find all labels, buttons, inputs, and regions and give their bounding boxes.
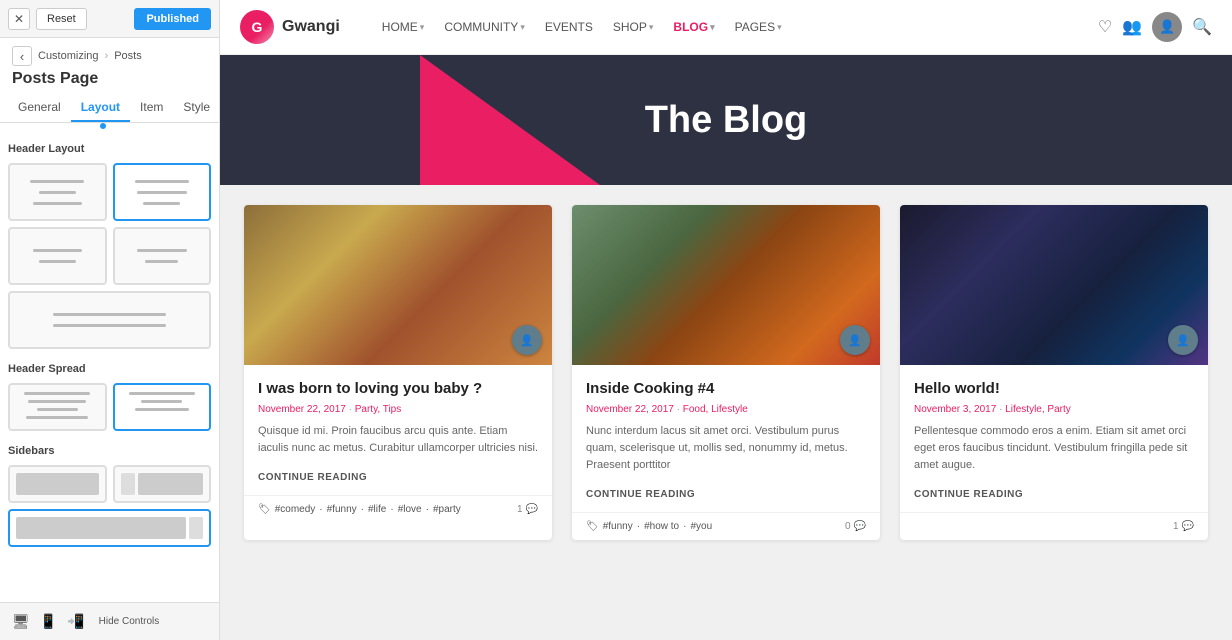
tab-item[interactable]: Item [130, 94, 173, 122]
post-card-3: 👤 Hello world! November 3, 2017 · Lifest… [900, 205, 1208, 540]
sidebars-label: Sidebars [8, 445, 211, 457]
post-comments-1: 1💬 [517, 504, 538, 515]
nav-right-icons: ♡ 👥 👤 🔍 [1098, 12, 1212, 42]
post-avatar-3: 👤 [1168, 325, 1198, 355]
posts-grid: 👤 I was born to loving you baby ? Novemb… [244, 205, 1208, 540]
site-logo: G Gwangi [240, 10, 340, 44]
post-comments-2: 0💬 [845, 521, 866, 532]
panel-content: Header Layout [0, 129, 219, 602]
post-card-1: 👤 I was born to loving you baby ? Novemb… [244, 205, 552, 540]
mobile-icon[interactable]: 📲 [67, 613, 84, 630]
continue-reading-button-1[interactable]: CONTINUE READING [258, 472, 367, 484]
search-icon[interactable]: 🔍 [1192, 17, 1212, 37]
logo-text: Gwangi [282, 18, 340, 36]
sidebar-option-right[interactable] [8, 509, 211, 547]
post-meta-1: November 22, 2017 · Party, Tips [258, 404, 538, 415]
logo-icon: G [240, 10, 274, 44]
post-body-2: Inside Cooking #4 November 22, 2017 · Fo… [572, 365, 880, 512]
tablet-icon[interactable]: 📱 [40, 613, 57, 630]
post-image-wrapper-1: 👤 [244, 205, 552, 365]
post-tags-1: 🏷#comedy·#funny·#life·#love·#party [258, 504, 461, 515]
continue-reading-button-3[interactable]: CONTINUE READING [914, 489, 1023, 501]
tab-layout[interactable]: Layout [71, 94, 130, 122]
layout-option-1[interactable] [8, 163, 107, 221]
post-footer-1: 🏷#comedy·#funny·#life·#love·#party 1💬 [244, 495, 552, 523]
back-button[interactable]: ‹ [12, 46, 32, 66]
post-title-2: Inside Cooking #4 [586, 379, 866, 399]
post-image-2 [572, 205, 880, 365]
customizer-panel: ✕ Reset Published ‹ Customizing › Posts … [0, 0, 220, 640]
post-image-3 [900, 205, 1208, 365]
post-avatar-1: 👤 [512, 325, 542, 355]
site-navbar: G Gwangi HOME▾ COMMUNITY▾ EVENTS SHOP▾ B… [220, 0, 1232, 55]
continue-reading-button-2[interactable]: CONTINUE READING [586, 489, 695, 501]
heart-icon[interactable]: ♡ [1098, 17, 1112, 37]
layout-option-3[interactable] [8, 227, 107, 285]
post-image-wrapper-3: 👤 [900, 205, 1208, 365]
post-tags-2: 🏷#funny·#how to·#you [586, 521, 712, 532]
published-button[interactable]: Published [134, 8, 211, 30]
nav-shop[interactable]: SHOP▾ [605, 14, 662, 40]
breadcrumb-separator: › [105, 50, 109, 62]
header-spread-label: Header Spread [8, 363, 211, 375]
post-excerpt-1: Quisque id mi. Proin faucibus arcu quis … [258, 423, 538, 457]
tab-general[interactable]: General [8, 94, 71, 122]
sidebar-option-none[interactable] [8, 465, 107, 503]
hero-title: The Blog [645, 99, 808, 142]
post-body-1: I was born to loving you baby ? November… [244, 365, 552, 495]
spread-option-2[interactable] [113, 383, 212, 431]
post-avatar-2: 👤 [840, 325, 870, 355]
sidebars-options [8, 465, 211, 547]
spread-option-1[interactable] [8, 383, 107, 431]
post-excerpt-2: Nunc interdum lacus sit amet orci. Vesti… [586, 423, 866, 474]
post-image-1 [244, 205, 552, 365]
site-preview: G Gwangi HOME▾ COMMUNITY▾ EVENTS SHOP▾ B… [220, 0, 1232, 640]
close-button[interactable]: ✕ [8, 8, 30, 30]
blog-hero: The Blog [220, 55, 1232, 185]
desktop-icon[interactable]: 🖥 [12, 613, 30, 630]
post-title-3: Hello world! [914, 379, 1194, 399]
breadcrumb: ‹ Customizing › Posts [0, 38, 219, 68]
nav-events[interactable]: EVENTS [537, 14, 601, 40]
layout-option-4[interactable] [113, 227, 212, 285]
blog-posts-area: 👤 I was born to loving you baby ? Novemb… [220, 185, 1232, 640]
post-body-3: Hello world! November 3, 2017 · Lifestyl… [900, 365, 1208, 512]
post-footer-2: 🏷#funny·#how to·#you 0💬 [572, 512, 880, 540]
post-title-1: I was born to loving you baby ? [258, 379, 538, 399]
post-meta-3: November 3, 2017 · Lifestyle, Party [914, 404, 1194, 415]
post-footer-3: 1💬 [900, 512, 1208, 540]
sidebar-option-left[interactable] [113, 465, 212, 503]
header-spread-options [8, 383, 211, 431]
nav-pages[interactable]: PAGES▾ [727, 14, 790, 40]
header-layout-label: Header Layout [8, 143, 211, 155]
tab-style[interactable]: Style [173, 94, 220, 122]
hide-controls-label[interactable]: Hide Controls [99, 616, 160, 627]
post-card-2: 👤 Inside Cooking #4 November 22, 2017 · … [572, 205, 880, 540]
post-image-wrapper-2: 👤 [572, 205, 880, 365]
page-title: Posts Page [0, 68, 219, 94]
nav-home[interactable]: HOME▾ [374, 14, 433, 40]
post-meta-2: November 22, 2017 · Food, Lifestyle [586, 404, 866, 415]
post-comments-3: 1💬 [1173, 521, 1194, 532]
nav-blog[interactable]: BLOG▾ [665, 14, 722, 40]
hero-triangle [420, 55, 600, 185]
post-excerpt-3: Pellentesque commodo eros a enim. Etiam … [914, 423, 1194, 474]
panel-bottom-toolbar: 🖥 📱 📲 Hide Controls [0, 602, 219, 640]
nav-community[interactable]: COMMUNITY▾ [436, 14, 533, 40]
breadcrumb-section: Posts [114, 50, 142, 62]
avatar[interactable]: 👤 [1152, 12, 1182, 42]
reset-button[interactable]: Reset [36, 8, 87, 30]
people-icon[interactable]: 👥 [1122, 17, 1142, 37]
header-layout-options [8, 163, 211, 349]
panel-topbar: ✕ Reset Published [0, 0, 219, 38]
layout-option-5[interactable] [8, 291, 211, 349]
panel-tabs: General Layout Item Style [0, 94, 219, 123]
breadcrumb-customizing: Customizing [38, 50, 99, 62]
nav-links: HOME▾ COMMUNITY▾ EVENTS SHOP▾ BLOG▾ PAGE… [374, 14, 790, 40]
layout-option-2[interactable] [113, 163, 212, 221]
